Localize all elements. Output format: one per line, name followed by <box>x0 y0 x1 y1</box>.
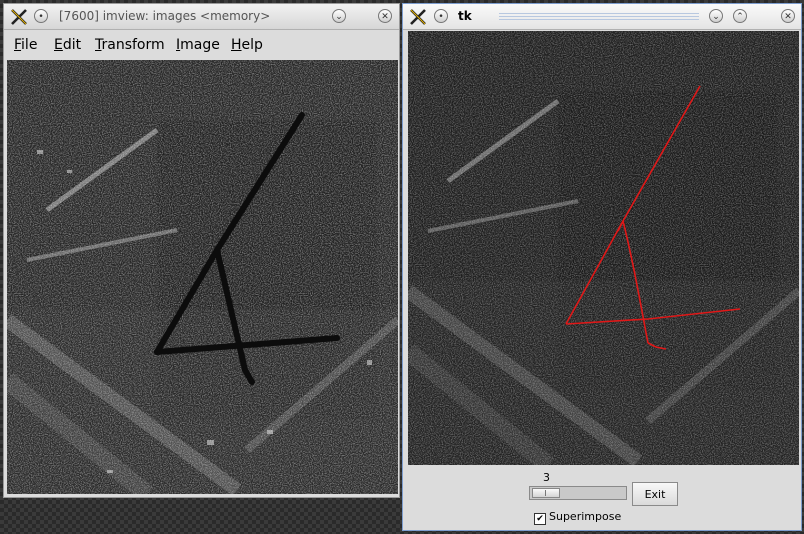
superimpose-toggle[interactable]: ✔ Superimpose <box>534 510 621 525</box>
scale-value: 3 <box>543 471 550 484</box>
menu-icon[interactable]: • <box>34 9 48 23</box>
tk-titlebar[interactable]: • tk ⌄ ⌃ ✕ <box>403 4 801 30</box>
titlebar-grip <box>499 13 699 21</box>
maximize-icon[interactable]: ⌃ <box>733 9 747 23</box>
superimpose-label: Superimpose <box>549 510 622 523</box>
slider-thumb[interactable] <box>532 488 560 498</box>
exit-button[interactable]: Exit <box>632 482 678 506</box>
menu-edit[interactable]: Edit <box>54 37 81 53</box>
control-panel: 3 Exit ✔ Superimpose <box>403 466 801 530</box>
imview-window: • [7600] imview: images <memory> ⌄ ✕ Fil… <box>3 3 400 498</box>
imview-titlebar[interactable]: • [7600] imview: images <memory> ⌄ ✕ <box>4 4 399 30</box>
minimize-icon[interactable]: ⌄ <box>332 9 346 23</box>
tk-window: • tk ⌄ ⌃ ✕ 3 Exit ✔ Superimpose <box>402 3 802 531</box>
window-title: [7600] imview: images <memory> <box>59 9 271 23</box>
menu-bar: File Edit Transform Image Help <box>4 30 399 60</box>
menu-icon[interactable]: • <box>434 9 448 23</box>
superimpose-checkbox[interactable]: ✔ <box>534 513 546 525</box>
window-title: tk <box>458 9 472 23</box>
sar-image-original[interactable] <box>7 60 398 494</box>
menu-image[interactable]: Image <box>176 37 220 53</box>
close-icon[interactable]: ✕ <box>781 9 795 23</box>
menu-help[interactable]: Help <box>231 37 263 53</box>
x-logo-icon[interactable] <box>10 8 28 26</box>
minimize-icon[interactable]: ⌄ <box>709 9 723 23</box>
threshold-slider[interactable] <box>529 486 627 500</box>
close-icon[interactable]: ✕ <box>378 9 392 23</box>
menu-transform[interactable]: Transform <box>95 37 165 53</box>
sar-image-superimposed[interactable] <box>408 31 799 465</box>
menu-file[interactable]: File <box>14 37 37 53</box>
x-logo-icon[interactable] <box>409 8 427 26</box>
